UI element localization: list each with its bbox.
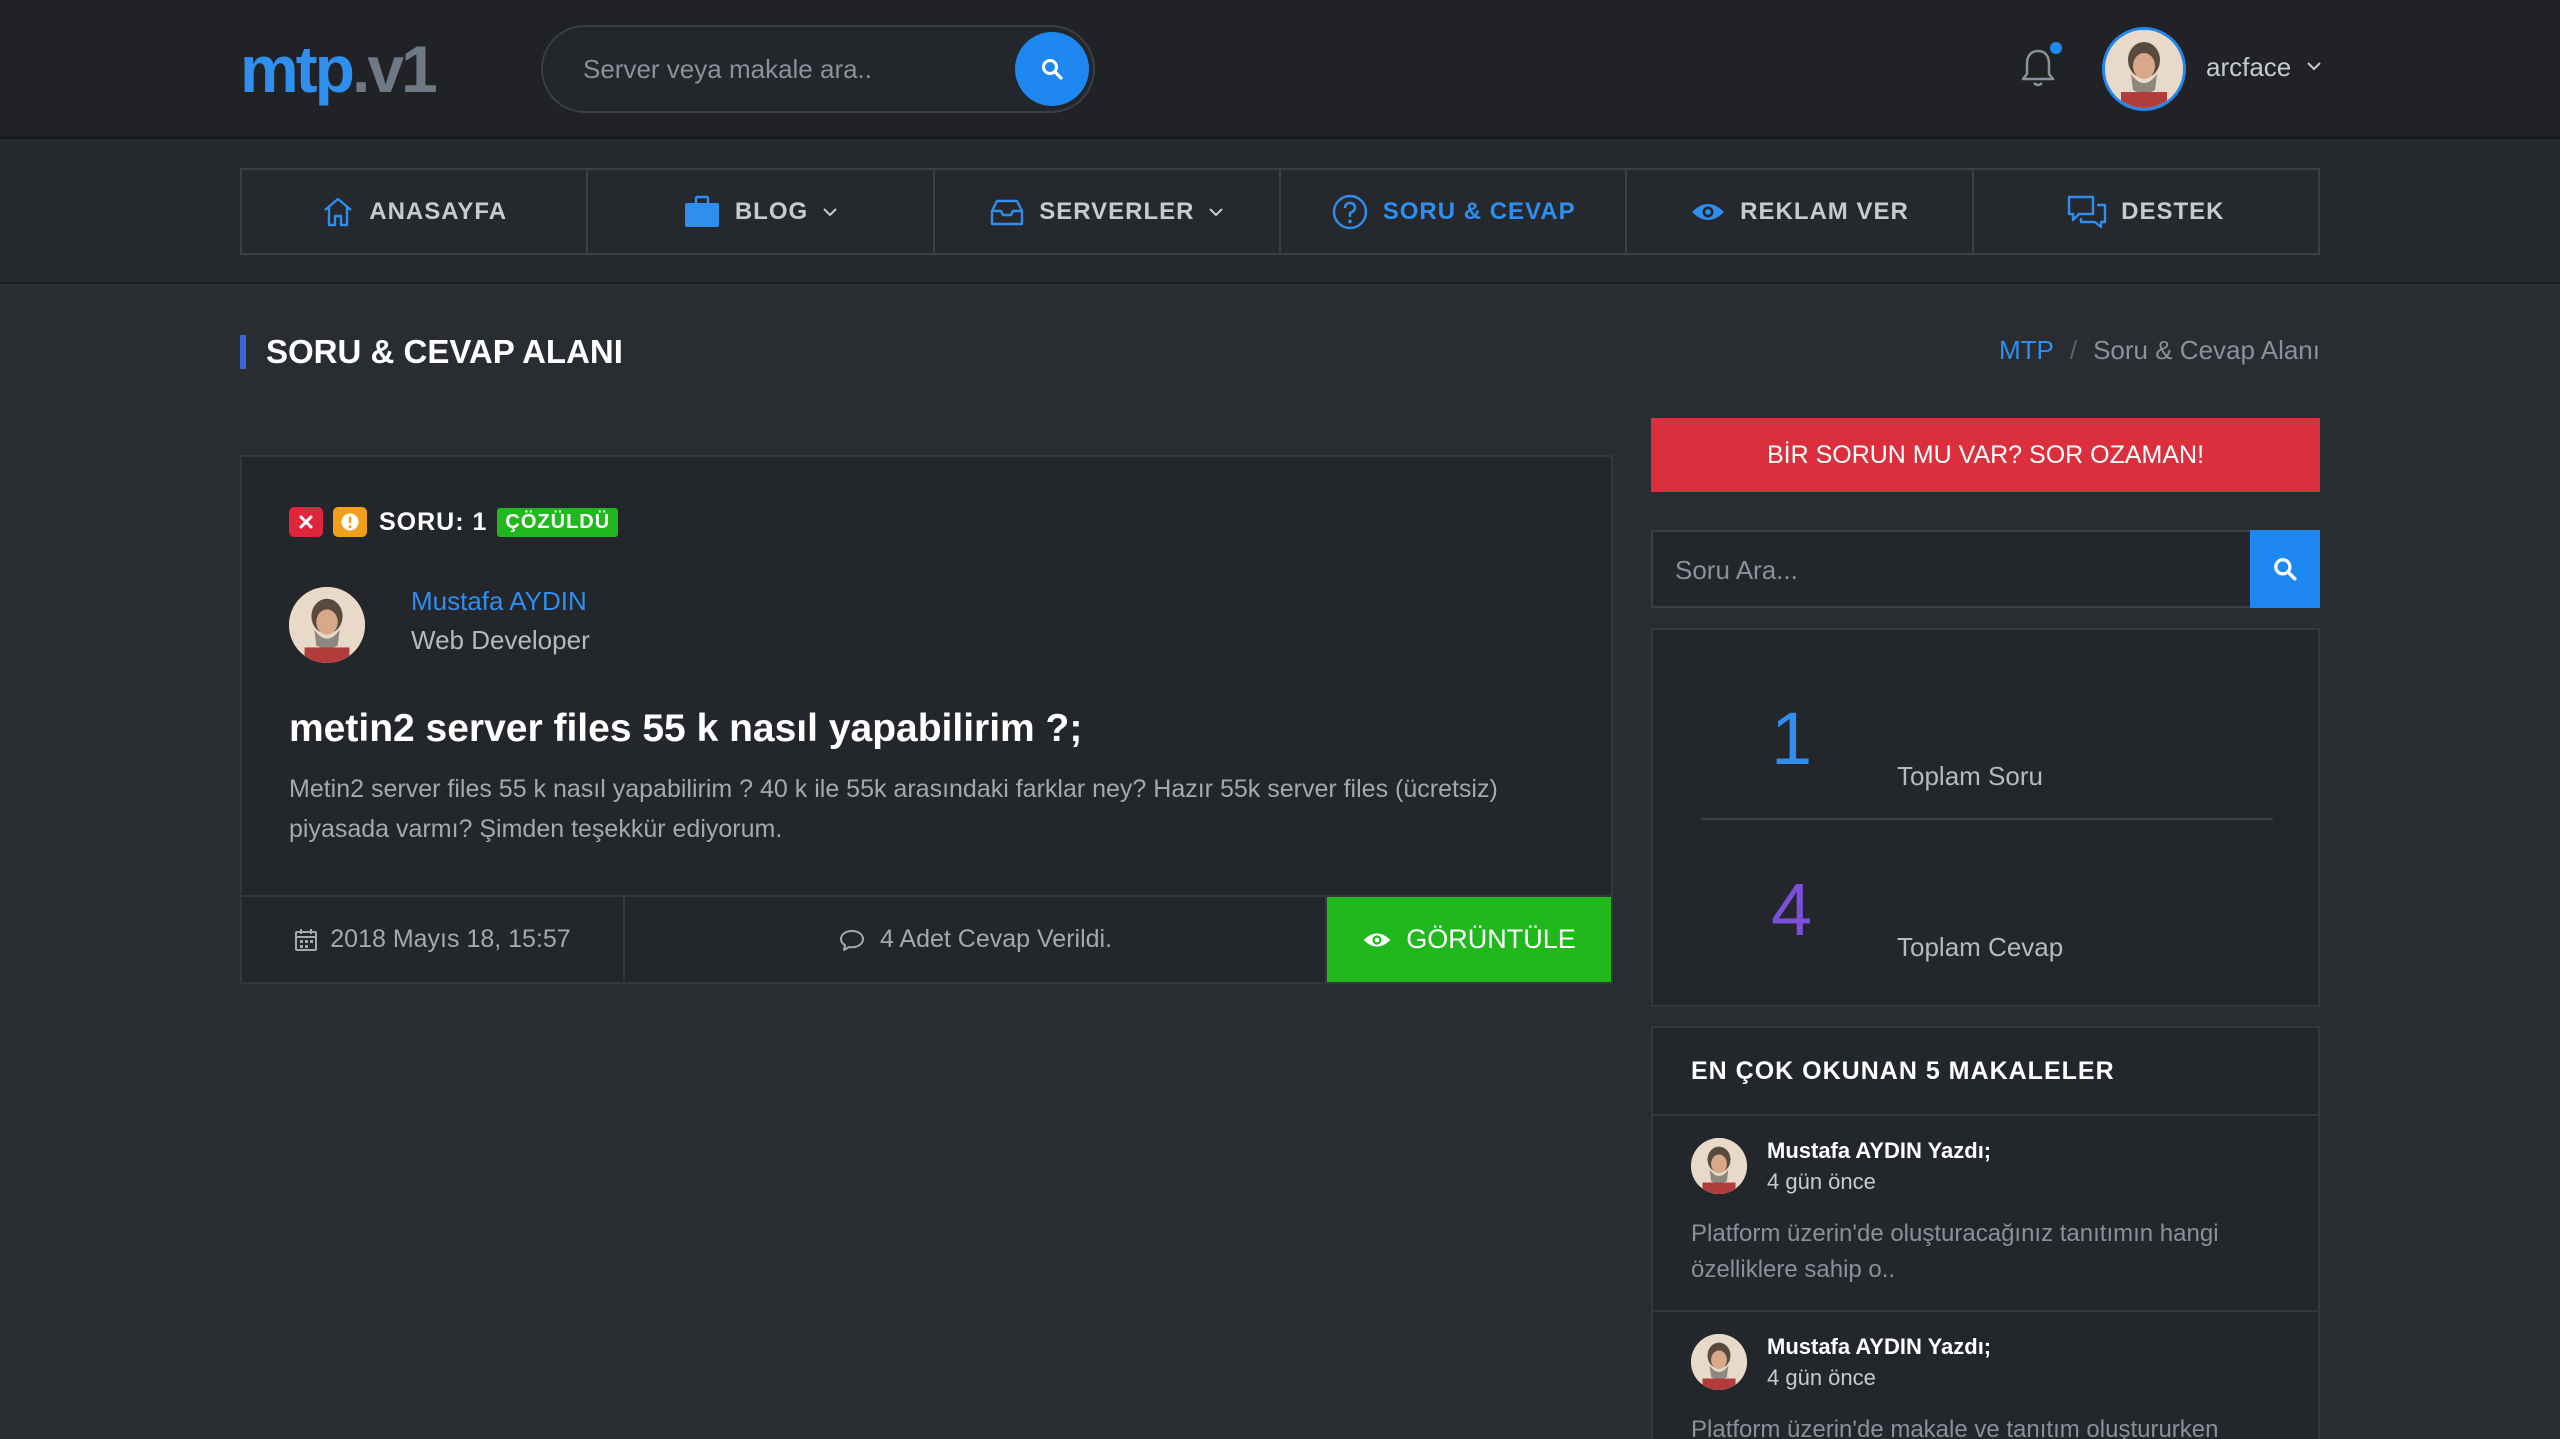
- article-author: Mustafa AYDIN Yazdı;: [1767, 1334, 1992, 1359]
- header-search: [541, 25, 1095, 113]
- chevron-down-icon[interactable]: [2306, 60, 2322, 72]
- main-navbar: ANASAYFA BLOG SERVERLER SORU & CEVAP REK…: [0, 141, 2560, 284]
- stat-divider: [1701, 818, 2273, 820]
- notification-dot: [2050, 42, 2062, 54]
- date-text: 2018 Mayıs 18, 15:57: [330, 925, 571, 953]
- popular-articles: EN ÇOK OKUNAN 5 MAKALELER Mustafa AYDIN …: [1651, 1026, 2320, 1439]
- search-icon: [1042, 59, 1063, 80]
- question-body: Metin2 server files 55 k nasıl yapabilir…: [289, 775, 1498, 843]
- list-item[interactable]: Mustafa AYDIN Yazdı; 4 gün önce Platform…: [1653, 1116, 2318, 1312]
- view-button-label: GÖRÜNTÜLE: [1406, 924, 1576, 954]
- author-avatar: [1691, 1138, 1747, 1194]
- breadcrumb-home-link[interactable]: MTP: [1999, 335, 2054, 365]
- main-nav: ANASAYFA BLOG SERVERLER SORU & CEVAP REK…: [240, 168, 2320, 255]
- question-circle-icon: [1332, 194, 1367, 229]
- search-icon: [2274, 558, 2297, 581]
- chevron-down-icon: [823, 207, 837, 216]
- stat-label: Toplam Soru: [1897, 761, 2043, 791]
- question-card: SORU: 1 ÇÖZÜLDÜ Mustafa AYDIN Web Develo…: [240, 455, 1613, 984]
- question-footer: 2018 Mayıs 18, 15:57 4 Adet Cevap Verild…: [242, 895, 1611, 982]
- stat-label: Toplam Cevap: [1897, 932, 2064, 962]
- stat-total-questions: 1 Toplam Soru: [1653, 670, 2318, 840]
- nav-item-serverler[interactable]: SERVERLER: [935, 170, 1281, 253]
- nav-item-soru-cevap[interactable]: SORU & CEVAP: [1281, 170, 1628, 253]
- question-search: [1651, 530, 2320, 608]
- nav-item-blog[interactable]: BLOG: [588, 170, 935, 253]
- close-icon[interactable]: [289, 507, 323, 537]
- header-search-input[interactable]: [583, 47, 1023, 91]
- question-search-input[interactable]: [1675, 548, 2235, 592]
- status-badge: ÇÖZÜLDÜ: [497, 507, 619, 537]
- question-date: 2018 Mayıs 18, 15:57: [242, 897, 625, 982]
- header-search-button[interactable]: [1015, 32, 1089, 106]
- list-item[interactable]: Mustafa AYDIN Yazdı; 4 gün önce Platform…: [1653, 1312, 2318, 1439]
- article-author: Mustafa AYDIN Yazdı;: [1767, 1138, 1992, 1163]
- article-excerpt[interactable]: Platform üzerin'de makale ve tanıtım olu…: [1691, 1412, 2291, 1439]
- eye-icon: [1363, 932, 1391, 947]
- view-button[interactable]: GÖRÜNTÜLE: [1327, 897, 1611, 982]
- site-logo[interactable]: mtp.v1: [240, 34, 438, 104]
- article-time: 4 gün önce: [1767, 1169, 1876, 1194]
- breadcrumb-current: Soru & Cevap Alanı: [2093, 335, 2320, 365]
- nav-item-reklam-ver[interactable]: REKLAM VER: [1627, 170, 1974, 253]
- stat-value: 4: [1771, 868, 1813, 951]
- nav-item-anasayfa[interactable]: ANASAYFA: [242, 170, 589, 253]
- calendar-icon: [295, 928, 318, 951]
- question-meta: SORU: 1 ÇÖZÜLDÜ: [289, 507, 619, 537]
- home-icon: [324, 197, 353, 226]
- question-number: SORU: 1: [379, 507, 488, 536]
- nav-label: DESTEK: [2121, 197, 2225, 225]
- user-avatar[interactable]: [2102, 27, 2186, 111]
- author-avatar[interactable]: [289, 587, 365, 663]
- inbox-icon: [990, 199, 1024, 225]
- question-search-button[interactable]: [2250, 530, 2320, 608]
- nav-item-destek[interactable]: DESTEK: [1974, 170, 2318, 253]
- answer-count: 4 Adet Cevap Verildi.: [625, 897, 1327, 982]
- nav-label: REKLAM VER: [1740, 197, 1909, 225]
- nav-label: SERVERLER: [1039, 197, 1195, 225]
- eye-icon: [1692, 203, 1725, 220]
- stat-total-answers: 4 Toplam Cevap: [1653, 840, 2318, 1010]
- warning-icon[interactable]: [333, 507, 367, 537]
- ask-question-button[interactable]: BİR SORUN MU VAR? SOR OZAMAN!: [1651, 418, 2320, 492]
- nav-label: ANASAYFA: [369, 197, 508, 225]
- author-avatar: [1691, 1334, 1747, 1390]
- briefcase-icon: [684, 195, 719, 227]
- chevron-down-icon: [1209, 207, 1224, 216]
- article-excerpt[interactable]: Platform üzerin'de oluşturacağınız tanıt…: [1691, 1216, 2291, 1288]
- question-title[interactable]: metin2 server files 55 k nasıl yapabilir…: [289, 707, 1082, 751]
- answer-count-text: 4 Adet Cevap Verildi.: [879, 925, 1113, 953]
- stats-panel: 1 Toplam Soru 4 Toplam Cevap: [1651, 628, 2320, 1007]
- username-label[interactable]: arcface: [2206, 52, 2291, 83]
- author-role: Web Developer: [411, 625, 590, 655]
- nav-label: BLOG: [734, 197, 809, 225]
- top-header: mtp.v1 arcface: [0, 0, 2560, 139]
- popular-articles-title: EN ÇOK OKUNAN 5 MAKALELER: [1653, 1028, 2318, 1116]
- article-time: 4 gün önce: [1767, 1365, 1876, 1390]
- page-title: SORU & CEVAP ALANI: [240, 335, 623, 369]
- author-name-link[interactable]: Mustafa AYDIN: [411, 586, 587, 617]
- chat-icon: [2067, 195, 2107, 228]
- breadcrumb: MTP / Soru & Cevap Alanı: [1999, 335, 2320, 366]
- comment-icon: [839, 929, 864, 951]
- stat-value: 1: [1771, 697, 1813, 780]
- nav-label: SORU & CEVAP: [1382, 197, 1576, 225]
- breadcrumb-separator: /: [2069, 335, 2078, 365]
